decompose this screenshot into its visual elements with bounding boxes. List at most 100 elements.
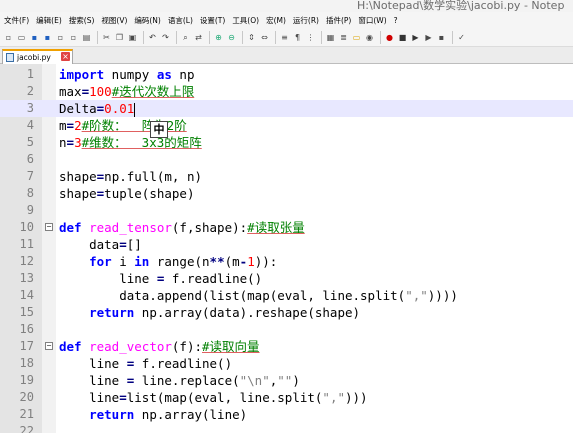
print-icon[interactable]: ▤ [81, 32, 92, 43]
save-all-icon[interactable]: ▪ [42, 32, 53, 43]
new-file-icon[interactable]: ▫ [3, 32, 14, 43]
close-icon[interactable]: ▫ [55, 32, 66, 43]
code-token: )))) [427, 288, 458, 303]
code-line[interactable]: 3 Delta=0.01 [0, 100, 573, 117]
menu-item[interactable]: 窗口(W) [358, 15, 386, 26]
show-all-chars-icon[interactable]: ¶ [292, 32, 303, 43]
code-token: range(n [149, 254, 210, 269]
code-line[interactable]: 15 return np.array(data).reshape(shape) [0, 304, 573, 321]
code-token: ))) [345, 390, 368, 405]
zoom-out-icon[interactable]: ⊖ [226, 32, 237, 43]
code-line[interactable]: 8 shape=tuple(shape) [0, 185, 573, 202]
code-line[interactable]: 18 line = f.readline() [0, 355, 573, 372]
code-token: f.readline() [164, 271, 263, 286]
code-line[interactable]: 20 line=list(map(eval, line.split(","))) [0, 389, 573, 406]
menu-item[interactable]: 宏(M) [266, 15, 286, 26]
close-all-icon[interactable]: ▫ [68, 32, 79, 43]
monitor-icon[interactable]: ◉ [364, 32, 375, 43]
tab-jacobi-py[interactable]: jacobi.py × [2, 49, 73, 64]
code-line[interactable]: 9 [0, 202, 573, 219]
line-number: 18 [19, 356, 34, 370]
code-line[interactable]: 14 data.append(list(map(eval, line.split… [0, 287, 573, 304]
word-wrap-icon[interactable]: ≡ [279, 32, 290, 43]
menu-item[interactable]: 插件(P) [326, 15, 351, 26]
zoom-in-icon[interactable]: ⊕ [213, 32, 224, 43]
code-token: as [156, 67, 172, 82]
play-multi-icon[interactable]: ▶ [423, 32, 434, 43]
code-token: = [119, 237, 127, 252]
code-line[interactable]: 7 shape=np.full(m, n) [0, 168, 573, 185]
line-number: 13 [19, 271, 34, 285]
code-line[interactable]: 13 line = f.readline() [0, 270, 573, 287]
indent-guide-icon[interactable]: ⋮ [305, 32, 316, 43]
toolbar-separator [275, 31, 276, 44]
replace-icon[interactable]: ⇄ [193, 32, 204, 43]
code-line[interactable]: 17 − def read_vector(f):#读取向量 [0, 338, 573, 355]
code-line[interactable]: 19 line = line.replace("\n","") [0, 372, 573, 389]
open-file-icon[interactable]: ▭ [16, 32, 27, 43]
menu-item[interactable]: 编辑(E) [36, 15, 62, 26]
code-token: "\n" [239, 373, 270, 388]
code-text: def read_tensor(f,shape):#读取张量 [59, 219, 305, 236]
line-number: 22 [19, 424, 34, 433]
toolbar-separator [176, 31, 177, 44]
code-line[interactable]: 10 − def read_tensor(f,shape):#读取张量 [0, 219, 573, 236]
menu-item[interactable]: 编码(N) [134, 15, 160, 26]
function-list-icon[interactable]: ≣ [338, 32, 349, 43]
stop-macro-icon[interactable]: ■ [397, 32, 408, 43]
code-token: return [89, 305, 135, 320]
code-token: for [89, 254, 112, 269]
code-line[interactable]: 11 data=[] [0, 236, 573, 253]
code-line[interactable]: 12 for i in range(n**(m-1)): [0, 253, 573, 270]
ime-mode-indicator[interactable]: 中 [150, 121, 168, 138]
code-text: import numpy as np [59, 66, 194, 83]
code-text: Delta=0.01 [59, 100, 136, 117]
play-macro-icon[interactable]: ▶ [410, 32, 421, 43]
line-number: 21 [19, 407, 34, 421]
code-token: )): [254, 254, 278, 269]
paste-icon[interactable]: ▣ [127, 32, 138, 43]
code-token: read_vector [89, 339, 172, 354]
sync-v-icon[interactable]: ⇕ [246, 32, 257, 43]
line-number: 16 [19, 322, 34, 336]
code-token: "," [322, 390, 345, 405]
code-line[interactable]: 5 n=3#维数： 3x3的矩阵 [0, 134, 573, 151]
sync-h-icon[interactable]: ⇔ [259, 32, 270, 43]
menu-item[interactable]: 设置(T) [200, 15, 225, 26]
tab-close-icon[interactable]: × [61, 52, 70, 61]
line-number: 20 [19, 390, 34, 404]
menu-item[interactable]: 语言(L) [168, 15, 193, 26]
code-line[interactable]: 21 return np.array(line) [0, 406, 573, 423]
record-macro-icon[interactable]: ● [384, 32, 395, 43]
find-icon[interactable]: ⌕ [180, 32, 191, 43]
menu-item[interactable]: 视图(V) [101, 15, 127, 26]
code-line[interactable]: 6 [0, 151, 573, 168]
fold-toggle-icon[interactable]: − [45, 223, 53, 231]
menu-item[interactable]: ? [394, 16, 398, 25]
code-token: data [59, 237, 120, 252]
spellcheck-icon[interactable]: ✓ [456, 32, 467, 43]
cut-icon[interactable]: ✂ [101, 32, 112, 43]
undo-icon[interactable]: ↶ [147, 32, 158, 43]
save-macro-icon[interactable]: ▪ [436, 32, 447, 43]
menu-item[interactable]: 文件(F) [4, 15, 29, 26]
menu-item[interactable]: 工具(O) [232, 15, 259, 26]
copy-icon[interactable]: ❐ [114, 32, 125, 43]
code-line[interactable]: 1 import numpy as np [0, 66, 573, 83]
code-line[interactable]: 22 [0, 423, 573, 433]
menu-item[interactable]: 搜索(S) [69, 15, 95, 26]
doc-map-icon[interactable]: ▦ [325, 32, 336, 43]
code-line[interactable]: 4 m=2#阶数： 阵为2阶 [0, 117, 573, 134]
redo-icon[interactable]: ↷ [160, 32, 171, 43]
save-icon[interactable]: ▪ [29, 32, 40, 43]
code-line[interactable]: 16 [0, 321, 573, 338]
fold-toggle-icon[interactable]: − [45, 342, 53, 350]
menu-item[interactable]: 运行(R) [293, 15, 319, 26]
code-line[interactable]: 2 max=100#迭代次数上限 [0, 83, 573, 100]
code-token: np.array(data).reshape(shape) [134, 305, 361, 320]
code-editor[interactable]: 1 import numpy as np 2 max=100#迭代次数上限 3 Delta… [0, 64, 573, 433]
folder-icon[interactable]: ▭ [351, 32, 362, 43]
